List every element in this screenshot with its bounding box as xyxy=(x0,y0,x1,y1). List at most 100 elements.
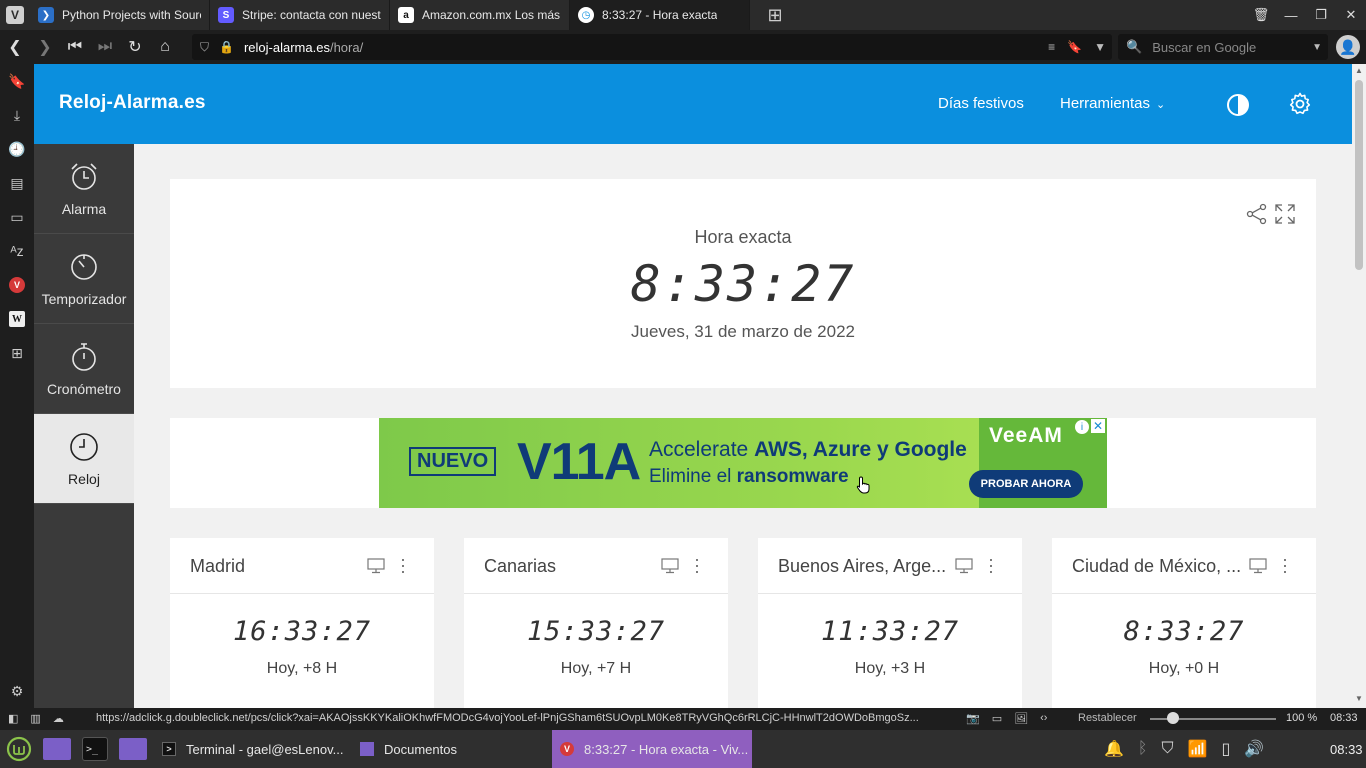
notes-panel-icon[interactable]: ▤ xyxy=(0,166,34,200)
taskbar-documentos[interactable]: Documentos xyxy=(352,730,548,768)
reload-button[interactable]: ↻ xyxy=(120,30,150,64)
cloud-icon[interactable]: ☁ xyxy=(53,712,64,725)
monitor-icon[interactable] xyxy=(367,558,385,574)
monitor-icon[interactable] xyxy=(661,558,679,574)
settings-gear-icon[interactable]: ⚙ xyxy=(0,674,34,708)
history-panel-icon[interactable]: 🕘 xyxy=(0,132,34,166)
sidebar-item-alarma[interactable]: Alarma xyxy=(34,144,134,234)
taskbar-terminal[interactable]: > Terminal - gael@esLenov... xyxy=(154,730,348,768)
translate-panel-icon[interactable]: ᴬz xyxy=(0,234,34,268)
bluetooth-icon[interactable]: ᛒ xyxy=(1138,740,1148,758)
home-button[interactable]: ⌂ xyxy=(150,30,180,64)
tab-hora-exacta[interactable]: ◷ 8:33:27 - Hora exacta xyxy=(570,0,750,30)
alarm-clock-icon xyxy=(71,162,97,190)
url-field[interactable]: ⛉ 🔒 reloj-alarma.es/hora/ ≡ 🔖 ▼ xyxy=(192,34,1112,60)
more-options-icon[interactable]: · · · xyxy=(399,550,407,580)
maximize-button[interactable]: ❐ xyxy=(1306,0,1336,30)
taskbar-vivaldi[interactable]: V 8:33:27 - Hora exacta - Viv... xyxy=(552,730,752,768)
chevron-down-icon: ⌄ xyxy=(1156,99,1166,111)
city-time: 8:33:27 xyxy=(1123,616,1245,647)
chevron-down-icon[interactable]: ▼ xyxy=(1094,40,1106,54)
battery-icon[interactable]: ▯ xyxy=(1221,739,1230,759)
forward-button[interactable]: ❯ xyxy=(30,30,60,64)
city-time: 15:33:27 xyxy=(526,616,666,647)
window-panel-icon[interactable]: ▭ xyxy=(0,200,34,234)
fast-forward-button[interactable]: ⏭ xyxy=(90,30,120,64)
status-clock: 08:33 xyxy=(1330,712,1358,724)
back-button[interactable]: ❮ xyxy=(0,30,30,64)
web-page: Reloj-Alarma.es Días festivos Herramient… xyxy=(34,64,1352,708)
settings-gear-icon[interactable] xyxy=(1288,92,1312,116)
ad-brand-logo: VeeAM xyxy=(989,424,1063,447)
python-icon: ❯ xyxy=(38,7,54,23)
trash-icon[interactable]: 🗑 xyxy=(1246,0,1276,30)
mint-menu-icon[interactable] xyxy=(4,734,34,764)
bookmark-icon[interactable]: 🔖 xyxy=(1067,40,1082,54)
image-icon[interactable]: 🖼 xyxy=(1014,712,1028,725)
rewind-button[interactable]: ⏮ xyxy=(60,30,90,64)
ad-banner[interactable]: NUEVO V11A Accelerate AWS, Azure y Googl… xyxy=(379,418,1107,508)
notifications-bell-icon[interactable]: 🔔 xyxy=(1104,739,1124,759)
desktop-folder-icon[interactable] xyxy=(42,734,72,764)
profile-avatar[interactable]: 👤 xyxy=(1336,35,1360,59)
chevron-down-icon[interactable]: ▼ xyxy=(1312,42,1322,53)
contrast-icon[interactable] xyxy=(1226,93,1250,117)
zoom-reset-button[interactable]: Restablecer xyxy=(1078,712,1137,724)
sidebar-item-temporizador[interactable]: Temporizador xyxy=(34,234,134,324)
close-button[interactable]: ✕ xyxy=(1336,0,1366,30)
window-icon[interactable]: ▭ xyxy=(992,712,1002,725)
tiling-icon[interactable]: ▥ xyxy=(30,712,40,725)
taskbar-clock[interactable]: 08:33 xyxy=(1330,742,1363,757)
city-offset: Hoy, +0 H xyxy=(1148,660,1220,677)
monitor-icon[interactable] xyxy=(955,558,973,574)
reader-view-icon[interactable]: ≡ xyxy=(1048,40,1055,54)
tab-title: 8:33:27 - Hora exacta xyxy=(602,8,718,22)
sidebar-item-cronometro[interactable]: Cronómetro xyxy=(34,324,134,414)
volume-icon[interactable]: 🔊 xyxy=(1244,739,1264,759)
city-name: Madrid xyxy=(190,556,246,576)
wifi-icon[interactable]: 📶 xyxy=(1188,739,1208,759)
code-icon[interactable]: ‹› xyxy=(1040,712,1047,725)
zoom-slider-knob[interactable] xyxy=(1166,712,1179,724)
ad-info-icon[interactable]: i xyxy=(1075,420,1089,434)
minimize-button[interactable]: — xyxy=(1276,0,1306,30)
hand-cursor-icon xyxy=(856,476,870,494)
search-field[interactable]: 🔍 Buscar en Google ▼ xyxy=(1118,34,1328,60)
vivaldi-panel-icon[interactable]: V xyxy=(0,268,34,302)
camera-icon[interactable]: 📷 xyxy=(966,712,980,725)
tab-python[interactable]: ❯ Python Projects with Sourc xyxy=(30,0,210,30)
shield-update-icon[interactable]: ⛉ xyxy=(1162,740,1174,758)
tab-stripe[interactable]: S Stripe: contacta con nuestr xyxy=(210,0,390,30)
share-icon[interactable] xyxy=(1246,203,1268,225)
ad-cta-button[interactable]: PROBAR AHORA xyxy=(969,470,1083,498)
nav-tools-menu[interactable]: Herramientas ⌄ xyxy=(1060,95,1165,112)
vivaldi-menu-button[interactable]: V xyxy=(0,0,30,30)
downloads-panel-icon[interactable]: ⤓ xyxy=(0,98,34,132)
tab-amazon[interactable]: a Amazon.com.mx Los más v xyxy=(390,0,570,30)
terminal-launcher-icon[interactable]: >_ xyxy=(80,734,110,764)
scrollbar-thumb[interactable] xyxy=(1355,80,1363,270)
taskbar-item-label: 8:33:27 - Hora exacta - Viv... xyxy=(584,741,749,757)
page-scrollbar[interactable]: ▲ ▼ xyxy=(1352,64,1366,708)
add-panel-icon[interactable]: ⊞ xyxy=(0,336,34,370)
wikipedia-panel-icon[interactable]: W xyxy=(0,302,34,336)
site-logo[interactable]: Reloj-Alarma.es xyxy=(59,92,206,114)
new-tab-button[interactable]: ⊞ xyxy=(760,0,790,30)
nav-holidays-link[interactable]: Días festivos xyxy=(938,95,1024,112)
scroll-down-arrow-icon[interactable]: ▼ xyxy=(1352,694,1366,703)
vivaldi-icon: V xyxy=(6,6,24,24)
more-options-icon[interactable]: · · · xyxy=(987,550,995,580)
ad-close-icon[interactable]: ✕ xyxy=(1091,419,1105,433)
more-options-icon[interactable]: · · · xyxy=(693,550,701,580)
current-date: Jueves, 31 de marzo de 2022 xyxy=(631,322,855,341)
files-launcher-icon[interactable] xyxy=(118,734,148,764)
panel-toggle-icon[interactable]: ◧ xyxy=(8,712,18,725)
monitor-icon[interactable] xyxy=(1249,558,1267,574)
more-options-icon[interactable]: · · · xyxy=(1281,550,1289,580)
bookmarks-panel-icon[interactable]: 🔖 xyxy=(0,64,34,98)
ad-badge: NUEVO xyxy=(409,447,497,476)
scroll-up-arrow-icon[interactable]: ▲ xyxy=(1352,66,1366,75)
fullscreen-icon[interactable] xyxy=(1274,203,1296,225)
search-placeholder: Buscar en Google xyxy=(1152,39,1257,55)
sidebar-item-reloj[interactable]: Reloj xyxy=(34,414,134,504)
